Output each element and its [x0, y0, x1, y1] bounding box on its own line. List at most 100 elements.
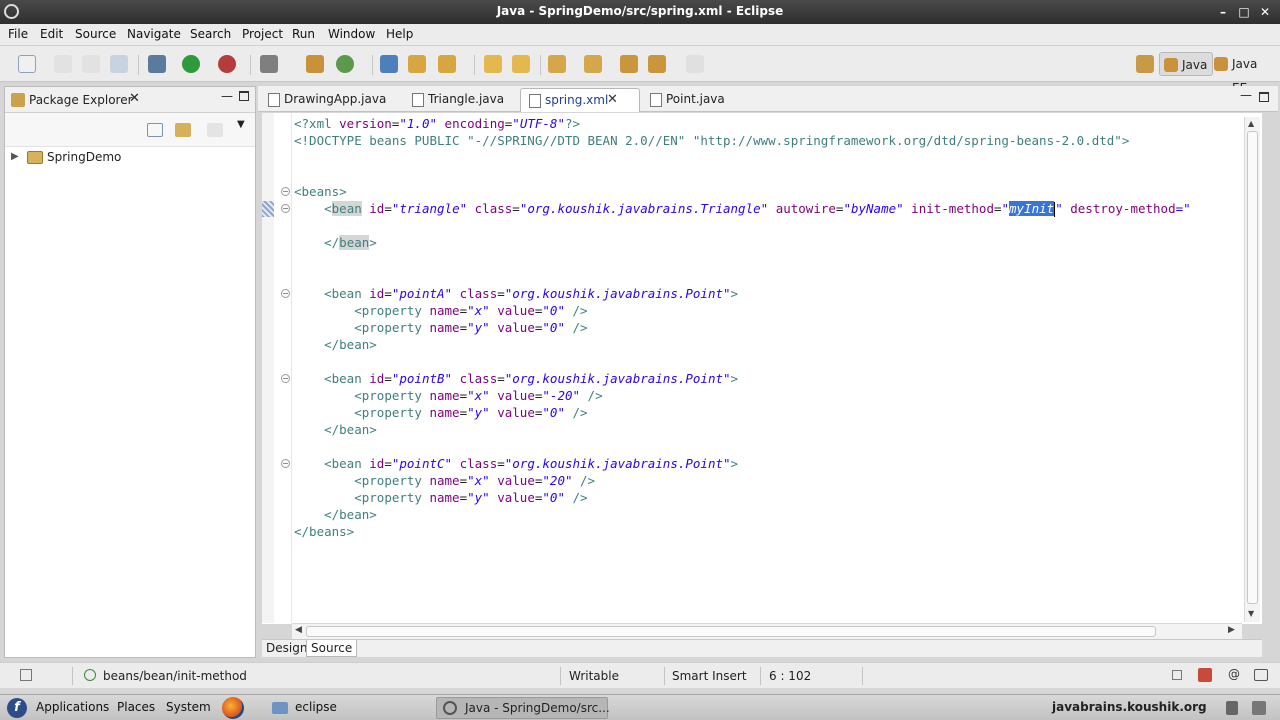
minimize-icon[interactable]: — [221, 89, 233, 103]
close-window-button[interactable]: ✕ [1256, 3, 1274, 21]
mail-icon[interactable]: @ [1228, 667, 1240, 681]
link-with-editor-icon[interactable] [175, 123, 191, 137]
tasks-icon[interactable] [1198, 668, 1212, 682]
scroll-thumb[interactable] [1247, 131, 1258, 604]
menu-window[interactable]: Window [328, 27, 375, 41]
horizontal-scrollbar[interactable]: ◀ ▶ [292, 623, 1242, 639]
fold-toggle-icon[interactable]: − [281, 289, 290, 298]
package-explorer-view: Package Explorer ✕ — ▼ ▶ SpringDemo [4, 86, 256, 658]
run-icon[interactable] [182, 55, 200, 73]
forward-icon[interactable] [686, 55, 704, 73]
scroll-left-icon[interactable]: ◀ [295, 625, 302, 635]
java-file-icon [650, 93, 662, 107]
toggle-mark-occurrences-icon[interactable] [484, 55, 502, 73]
new-java-package-icon[interactable] [306, 55, 324, 73]
save-icon[interactable] [54, 55, 72, 73]
save-all-icon[interactable] [82, 55, 100, 73]
status-separator [72, 667, 73, 685]
close-icon[interactable]: ✕ [129, 91, 140, 106]
focus-icon[interactable] [207, 123, 223, 137]
debug-icon[interactable] [148, 55, 166, 73]
firefox-icon[interactable] [222, 697, 244, 719]
volume-icon[interactable] [1226, 701, 1238, 715]
taskbar-site-label: javabrains.koushik.org [1052, 700, 1207, 714]
network-icon[interactable] [1252, 701, 1266, 715]
xml-attr: class [452, 456, 498, 471]
open-perspective-icon[interactable] [1136, 55, 1154, 73]
new-icon[interactable] [18, 55, 36, 73]
taskbar-window-button[interactable]: Java - SpringDemo/src... [436, 697, 610, 719]
xml-tag: > [369, 235, 377, 250]
menu-edit[interactable]: Edit [40, 27, 63, 41]
scroll-thumb[interactable] [306, 626, 1156, 637]
xml-attr: value [489, 490, 535, 505]
menu-help[interactable]: Help [386, 27, 413, 41]
scroll-down-icon[interactable]: ▼ [1248, 609, 1254, 618]
last-edit-location-icon[interactable] [620, 55, 638, 73]
run-external-tools-icon[interactable] [218, 55, 236, 73]
fold-toggle-icon[interactable]: − [281, 459, 290, 468]
tab-spring-xml[interactable]: spring.xml ✕ [520, 88, 640, 112]
menu-run[interactable]: Run [292, 27, 315, 41]
perspective-javaee[interactable]: Java EE [1210, 52, 1280, 95]
tab-drawingapp-java[interactable]: DrawingApp.java [260, 88, 398, 112]
view-menu-icon[interactable]: ▼ [237, 119, 245, 130]
maximize-window-button[interactable]: □ [1235, 3, 1253, 21]
print-icon[interactable] [110, 55, 128, 73]
desktop-taskbar: f Applications Places System eclipse Jav… [0, 694, 1280, 720]
fedora-logo-icon[interactable]: f [7, 698, 27, 718]
maximize-icon[interactable] [1259, 92, 1269, 102]
fold-toggle-icon[interactable]: − [281, 204, 290, 213]
fold-toggle-icon[interactable]: − [281, 374, 290, 383]
perspective-java[interactable]: Java [1159, 52, 1214, 76]
expand-arrow-icon[interactable]: ▶ [11, 151, 19, 162]
tab-source[interactable]: Source [306, 640, 358, 657]
previous-annotation-icon[interactable] [584, 55, 602, 73]
next-annotation-icon[interactable] [548, 55, 566, 73]
menu-source[interactable]: Source [75, 27, 116, 41]
xml-tag: <property [354, 473, 422, 488]
maximize-icon[interactable] [239, 91, 249, 101]
status-cursor-position: 6 : 102 [769, 669, 812, 683]
taskbar-applications[interactable]: Applications [36, 700, 109, 714]
xml-tag: </bean> [324, 422, 377, 437]
scroll-up-icon[interactable]: ▲ [1248, 119, 1254, 128]
open-task-icon[interactable] [408, 55, 426, 73]
menu-navigate[interactable]: Navigate [127, 27, 181, 41]
taskbar-places[interactable]: Places [117, 700, 155, 714]
xml-tag: </bean> [324, 337, 377, 352]
tab-design[interactable]: Design [262, 640, 311, 657]
progress-icon[interactable] [1172, 670, 1182, 680]
xml-tag: </bean> [324, 507, 377, 522]
toolbar-separator [372, 55, 373, 75]
tab-point-java[interactable]: Point.java [642, 88, 742, 112]
minimize-icon[interactable]: — [1240, 88, 1252, 102]
xml-editor[interactable]: − − − − − <?xml version="1.0" encoding="… [262, 113, 1262, 624]
minimize-window-button[interactable]: – [1214, 3, 1232, 21]
new-java-class-icon[interactable] [336, 55, 354, 73]
menu-search[interactable]: Search [190, 27, 231, 41]
tab-triangle-java[interactable]: Triangle.java [404, 88, 516, 112]
collapse-all-icon[interactable] [147, 123, 163, 137]
fast-view-icon[interactable] [20, 669, 32, 681]
code-line: <bean id="pointA" class="org.koushik.jav… [294, 285, 738, 302]
coverage-icon[interactable] [260, 55, 278, 73]
code-area[interactable]: <?xml version="1.0" encoding="UTF-8"?> <… [294, 115, 1191, 565]
search-icon[interactable] [438, 55, 456, 73]
menu-project[interactable]: Project [242, 27, 283, 41]
close-icon[interactable]: ✕ [607, 89, 618, 111]
notifications-icon[interactable] [1254, 669, 1268, 681]
taskbar-eclipse[interactable]: eclipse [295, 700, 337, 714]
toggle-highlight-icon[interactable] [512, 55, 530, 73]
open-type-icon[interactable] [380, 55, 398, 73]
package-explorer-title[interactable]: Package Explorer [29, 93, 133, 107]
menu-file[interactable]: File [8, 27, 28, 41]
taskbar-system[interactable]: System [166, 700, 211, 714]
tree-item-springdemo[interactable]: ▶ SpringDemo [5, 149, 205, 167]
xml-value: "org.koushik.javabrains.Point" [504, 456, 731, 471]
folder-icon[interactable] [272, 702, 288, 714]
scroll-right-icon[interactable]: ▶ [1228, 625, 1235, 635]
back-icon[interactable] [648, 55, 666, 73]
fold-toggle-icon[interactable]: − [281, 187, 290, 196]
vertical-scrollbar[interactable]: ▲ ▼ [1244, 117, 1260, 622]
